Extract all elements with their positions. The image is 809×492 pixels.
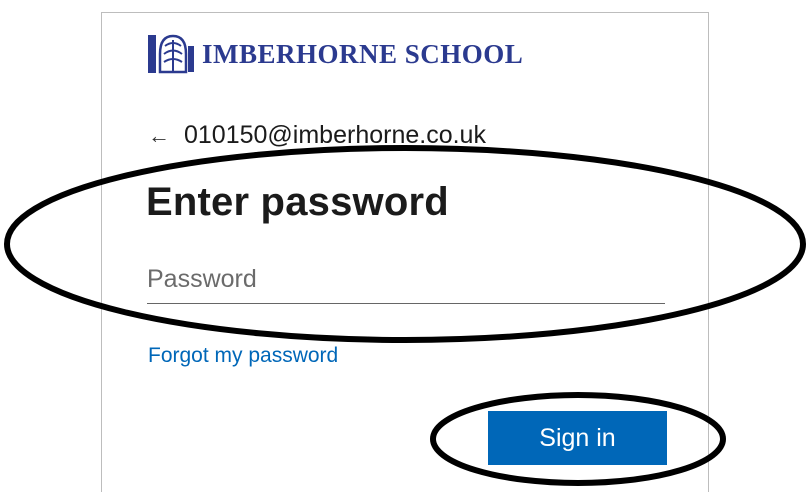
password-field-wrapper (147, 256, 665, 308)
account-email: 010150@imberhorne.co.uk (184, 121, 486, 149)
forgot-password-link[interactable]: Forgot my password (148, 344, 338, 368)
school-logo: IMBERHORNE SCHOOL (146, 30, 523, 78)
school-crest-icon (148, 34, 194, 74)
identity-row: ← 010150@imberhorne.co.uk (148, 121, 486, 150)
sign-in-button[interactable]: Sign in (488, 411, 667, 465)
page-title: Enter password (146, 180, 449, 224)
school-name: IMBERHORNE SCHOOL (202, 38, 524, 69)
back-arrow-icon[interactable]: ← (148, 124, 170, 147)
password-input[interactable] (147, 256, 665, 304)
